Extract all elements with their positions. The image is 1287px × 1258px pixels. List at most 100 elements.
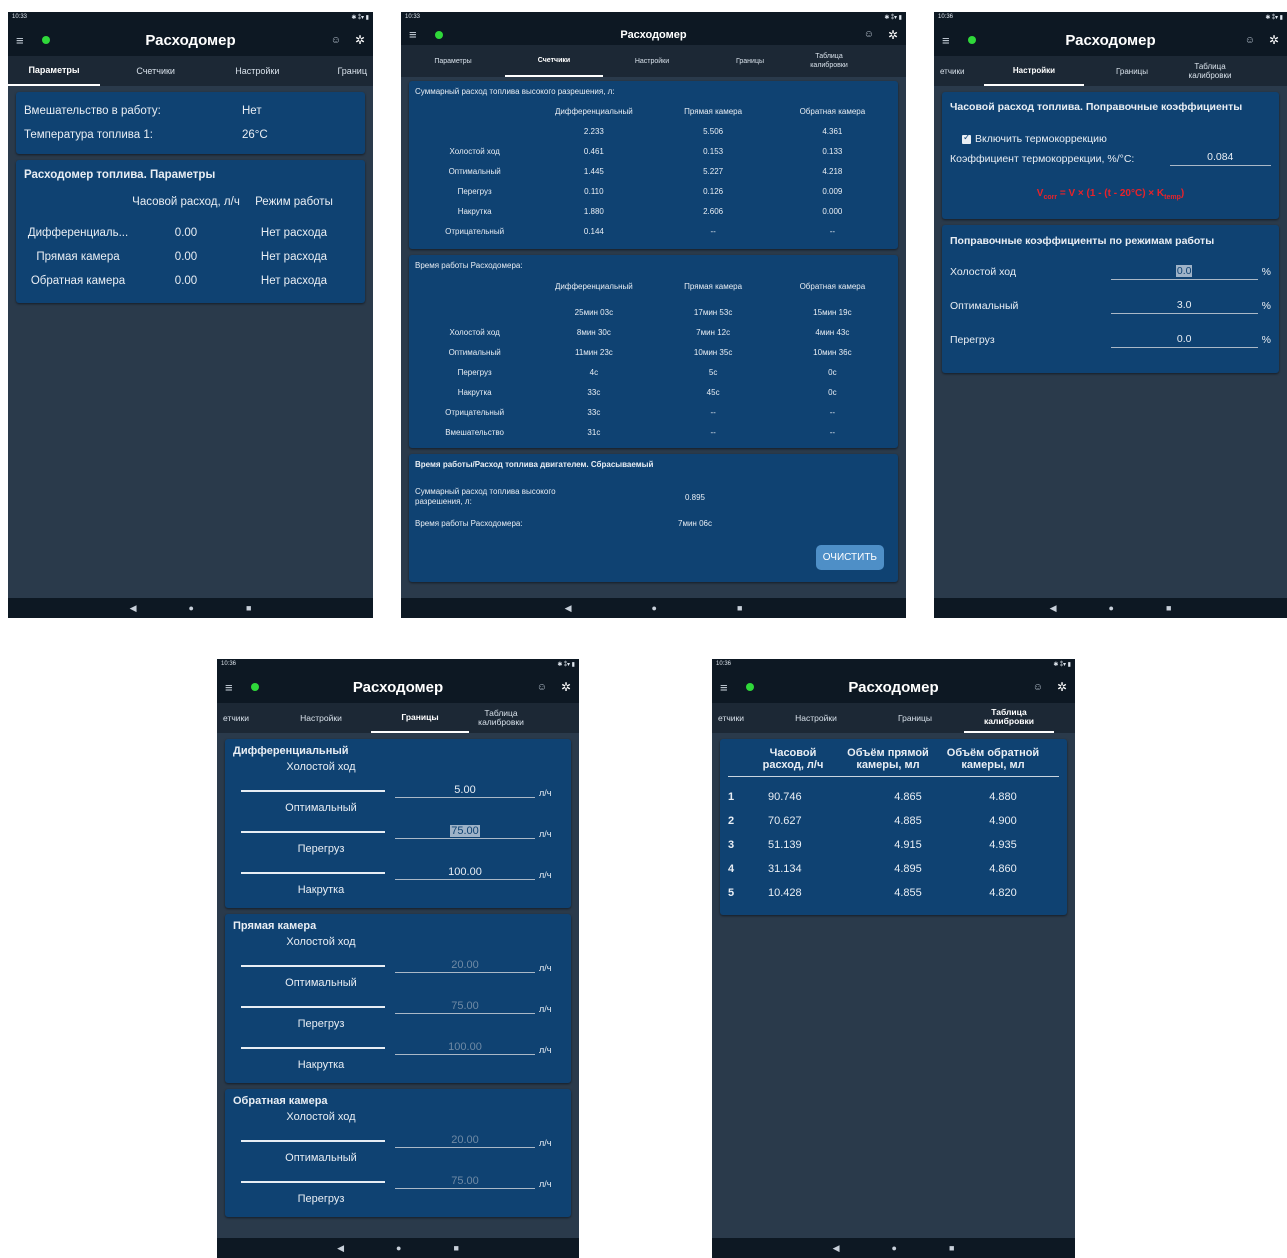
limit-unit: л/ч <box>539 1179 552 1189</box>
gear-icon[interactable]: ✲ <box>355 33 365 47</box>
recent-apps-icon[interactable]: ■ <box>949 1243 954 1253</box>
slider-track[interactable] <box>241 965 385 967</box>
status-icons: ✱ ⁑▾ ▮ <box>884 15 902 21</box>
limit-unit: л/ч <box>539 1004 552 1014</box>
tab-parameters[interactable]: Параметры <box>8 56 100 86</box>
user-icon[interactable]: ☺ <box>1033 682 1043 693</box>
tab-settings[interactable]: Настройки <box>603 45 701 77</box>
tab-calibration[interactable]: Таблица калибровки <box>964 703 1054 733</box>
tab-calibration[interactable]: Таблица калибровки <box>799 45 859 77</box>
tab-settings[interactable]: Настройки <box>766 703 866 733</box>
thermo-checkbox[interactable]: ✓ <box>962 132 971 144</box>
tab-settings[interactable]: Настройки <box>984 56 1084 86</box>
home-icon[interactable]: ● <box>396 1243 401 1253</box>
home-icon[interactable]: ● <box>892 1243 897 1253</box>
row-label: Перегруз <box>457 367 492 377</box>
tab-settings[interactable]: Настройки <box>211 56 303 86</box>
user-icon[interactable]: ☺ <box>331 35 341 46</box>
limit-value: 20.00 <box>451 1134 479 1146</box>
menu-icon[interactable]: ≡ <box>225 680 243 695</box>
slider-track[interactable] <box>241 831 385 833</box>
home-icon[interactable]: ● <box>189 603 194 613</box>
slider-track[interactable] <box>241 1006 385 1008</box>
limit-input[interactable]: 100.00 <box>395 866 535 880</box>
table-row: 25мин 03с 17мин 53с 15мин 19с <box>415 302 892 322</box>
mode-label: Оптимальный <box>285 1152 357 1164</box>
mode-input[interactable]: 3.0 <box>1110 299 1258 314</box>
menu-icon[interactable]: ≡ <box>720 680 738 695</box>
limit-input[interactable]: 75.00 <box>395 1175 535 1189</box>
recent-apps-icon[interactable]: ■ <box>453 1243 458 1253</box>
recent-apps-icon[interactable]: ■ <box>1166 603 1171 613</box>
slider-track[interactable] <box>241 872 385 874</box>
row-value: 8мин 30с <box>576 327 611 337</box>
gear-icon[interactable]: ✲ <box>1269 33 1279 47</box>
limit-input[interactable]: 5.00 <box>395 784 535 798</box>
fuel-temp-value: 26°C <box>242 129 268 141</box>
back-icon[interactable]: ◀ <box>833 1243 840 1254</box>
table-row: Накрутка 33с 45с 0с <box>415 382 892 402</box>
slider-track[interactable] <box>241 1181 385 1183</box>
back-icon[interactable]: ◀ <box>337 1243 344 1254</box>
tab-counters[interactable]: Счетчики <box>110 56 202 86</box>
back-icon[interactable]: ◀ <box>1050 603 1057 614</box>
tab-settings[interactable]: Настройки <box>271 703 371 733</box>
home-icon[interactable]: ● <box>652 603 657 613</box>
mode-input[interactable]: 0.0 <box>1110 264 1258 280</box>
slider-track[interactable] <box>241 790 385 792</box>
gear-icon[interactable]: ✲ <box>1057 680 1067 694</box>
slider-track[interactable] <box>241 1047 385 1049</box>
limit-input[interactable]: 20.00 <box>395 959 535 973</box>
tab-calibration[interactable]: Таблица калибровки <box>469 703 533 733</box>
tab-limits[interactable]: Границы <box>701 45 799 77</box>
row-value: 4.361 <box>822 126 843 136</box>
user-icon[interactable]: ☺ <box>1245 35 1255 46</box>
tab-limits[interactable]: Границ <box>313 56 373 86</box>
clear-button[interactable]: ОЧИСТИТЬ <box>815 545 884 570</box>
limit-input[interactable]: 75.00 <box>395 1000 535 1014</box>
system-nav-bar: ◀ ● ■ <box>8 598 373 618</box>
tab-calibration[interactable]: Таблица калибровки <box>1180 56 1240 86</box>
col-differential: Дифференциальный <box>554 106 633 116</box>
tab-counters[interactable]: Счетчики <box>505 45 603 77</box>
row-value: 0.000 <box>822 206 843 216</box>
tab-counters[interactable]: етчики <box>934 56 984 86</box>
limit-input[interactable]: 20.00 <box>395 1134 535 1148</box>
limit-input[interactable]: 75.00 <box>395 825 535 839</box>
user-icon[interactable]: ☺ <box>537 682 547 693</box>
slider-track[interactable] <box>241 1140 385 1142</box>
tab-limits[interactable]: Границы <box>866 703 964 733</box>
correction-card: Часовой расход топлива. Поправочные коэф… <box>942 92 1279 219</box>
reset-sum-value: 0.895 <box>684 492 706 502</box>
mode-input[interactable]: 0.0 <box>1110 333 1258 348</box>
back-icon[interactable]: ◀ <box>130 603 137 614</box>
tab-parameters[interactable]: Параметры <box>401 45 505 77</box>
limit-row: 75.00 л/ч <box>233 1170 563 1193</box>
coef-input[interactable]: 0.084 <box>1169 151 1271 166</box>
gear-icon[interactable]: ✲ <box>888 28 898 42</box>
tab-limits[interactable]: Границы <box>371 703 469 733</box>
user-icon[interactable]: ☺ <box>864 29 874 40</box>
tab-limits[interactable]: Границы <box>1084 56 1180 86</box>
app-title: Расходомер <box>848 678 939 696</box>
mode-name: Оптимальный <box>950 300 1019 312</box>
back-icon[interactable]: ◀ <box>565 603 572 614</box>
status-bar: 10:33 ✱ ⁑▾ ▮ <box>401 12 906 24</box>
menu-icon[interactable]: ≡ <box>16 33 34 48</box>
gear-icon[interactable]: ✲ <box>561 680 571 694</box>
limit-value: 100.00 <box>448 1041 482 1053</box>
recent-apps-icon[interactable]: ■ <box>737 603 742 613</box>
row-value: 33с <box>587 407 601 417</box>
menu-icon[interactable]: ≡ <box>409 27 427 42</box>
col-reverse: Обратная камера <box>799 106 866 116</box>
home-icon[interactable]: ● <box>1109 603 1114 613</box>
row-rate: 31.134 <box>768 863 802 875</box>
tab-counters[interactable]: етчики <box>217 703 271 733</box>
limit-input[interactable]: 100.00 <box>395 1041 535 1055</box>
tab-counters[interactable]: етчики <box>712 703 766 733</box>
menu-icon[interactable]: ≡ <box>942 33 960 48</box>
recent-apps-icon[interactable]: ■ <box>246 603 251 613</box>
app-bar: ≡ Расходомер ☺ ✲ <box>8 24 373 56</box>
formula-sub2: temp <box>1164 194 1181 201</box>
section-title: Прямая камера <box>233 920 317 932</box>
